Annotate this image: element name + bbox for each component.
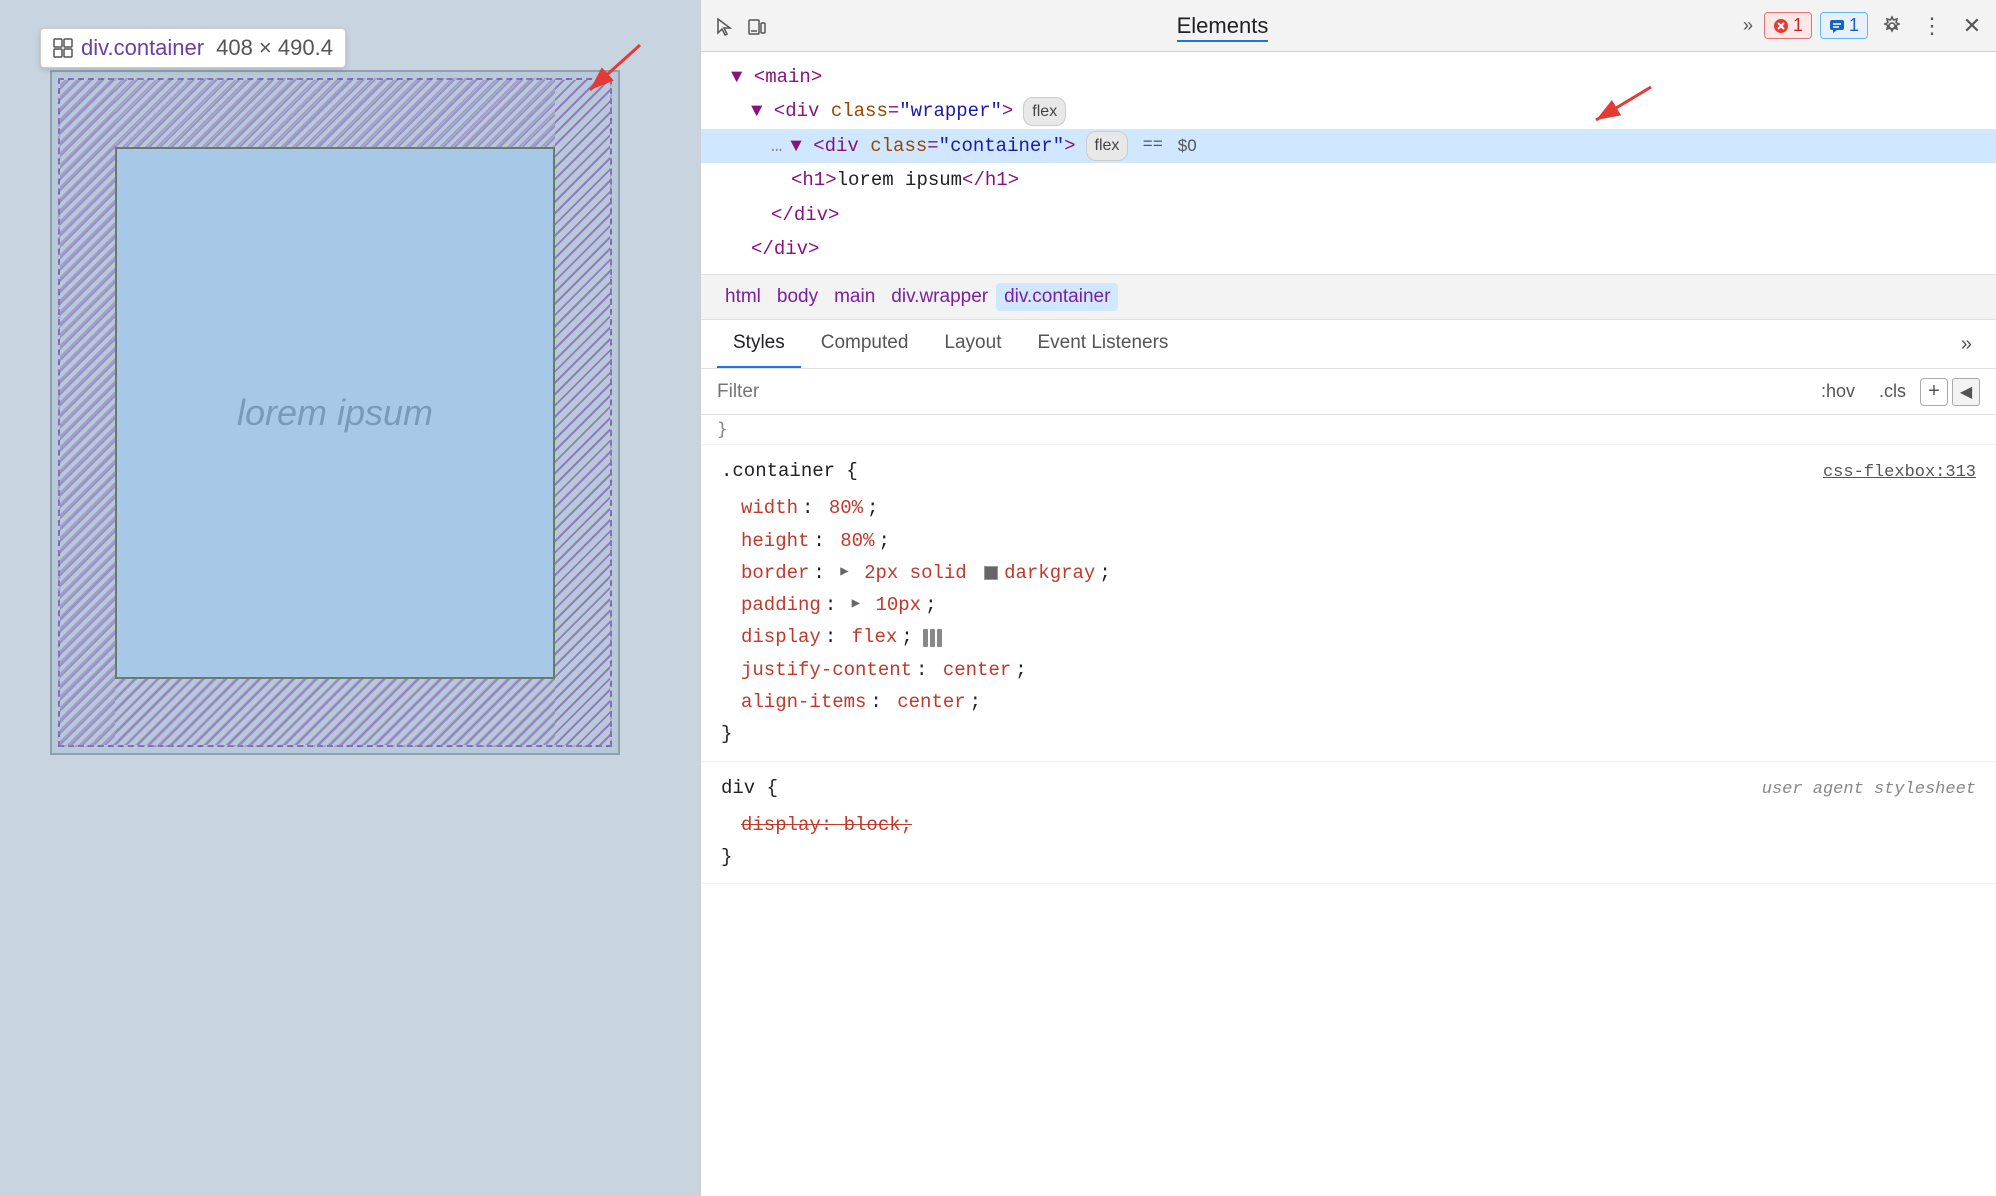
style-rule-ua: div { user agent stylesheet display: blo… (701, 762, 1996, 884)
filter-bar: :hov .cls + ◀ (701, 369, 1996, 415)
tree-wrapper[interactable]: ▼ <div class="wrapper"> flex (701, 94, 1996, 128)
tooltip-size: 408 × 490.4 (216, 35, 333, 61)
preview-top-strip (115, 80, 555, 147)
prop-border: border : ▶ 2px solid darkgray ; (721, 557, 1976, 589)
tree-h1[interactable]: <h1>lorem ipsum</h1> (701, 163, 1996, 197)
padding-expand[interactable]: ▶ (852, 593, 860, 617)
preview-left-strip (60, 80, 115, 745)
element-tooltip: div.container 408 × 490.4 (40, 28, 346, 68)
breadcrumb-wrapper[interactable]: div.wrapper (883, 283, 996, 311)
rule-source-ua: user agent stylesheet (1762, 776, 1976, 805)
more-options-icon[interactable]: ⋮ (1916, 10, 1948, 42)
devtools-panel: Elements » 1 1 ⋮ (700, 0, 1996, 1196)
prop-align-items: align-items : center ; (721, 686, 1976, 718)
rule-close-container: } (721, 718, 1976, 750)
add-style-button[interactable]: + (1920, 378, 1948, 406)
collapsed-indicator: } (717, 419, 728, 440)
prop-justify-content: justify-content : center ; (721, 654, 1976, 686)
element-type-icon (53, 38, 73, 58)
darkgray-swatch[interactable] (984, 566, 998, 580)
cls-button[interactable]: .cls (1869, 377, 1916, 406)
tab-event-listeners[interactable]: Event Listeners (1021, 320, 1184, 368)
prop-padding: padding : ▶ 10px ; (721, 589, 1976, 621)
breadcrumb-body[interactable]: body (769, 283, 826, 311)
preview-right-strip (555, 80, 610, 745)
tab-styles[interactable]: Styles (717, 320, 801, 368)
toolbar-right: 1 1 ⋮ ✕ (1764, 10, 1988, 42)
tab-computed[interactable]: Computed (805, 320, 925, 368)
breadcrumb-container[interactable]: div.container (996, 283, 1118, 311)
rule-source-container[interactable]: css-flexbox:313 (1823, 459, 1976, 488)
elements-tab-title[interactable]: Elements (713, 13, 1732, 39)
styles-panel: } .container { css-flexbox:313 width : 8… (701, 415, 1996, 1196)
flex-layout-icon[interactable] (921, 627, 943, 649)
preview-lorem-text: lorem ipsum (237, 392, 433, 434)
prop-width: width : 80% ; (721, 492, 1976, 524)
breadcrumb-main[interactable]: main (826, 283, 883, 311)
prop-height: height : 80% ; (721, 525, 1976, 557)
rule-selector-div[interactable]: div { (721, 772, 778, 804)
hov-button[interactable]: :hov (1811, 377, 1865, 406)
tab-layout[interactable]: Layout (928, 320, 1017, 368)
tree-container[interactable]: … ▼ <div class="container"> flex == $0 (701, 129, 1996, 163)
tree-div-close1[interactable]: </div> (701, 198, 1996, 232)
style-rule-container: .container { css-flexbox:313 width : 80%… (701, 445, 1996, 761)
rule-selector-container[interactable]: .container { (721, 455, 858, 487)
tree-div-close2[interactable]: </div> (701, 232, 1996, 266)
rule-header-ua: div { user agent stylesheet (721, 772, 1976, 805)
filter-input[interactable] (717, 381, 1803, 403)
filter-actions: :hov .cls + ◀ (1811, 377, 1980, 406)
preview-wrapper: lorem ipsum (50, 70, 620, 755)
tree-main[interactable]: ▼ <main> (701, 60, 1996, 94)
prop-display-block: display: block; (721, 809, 1976, 841)
close-icon[interactable]: ✕ (1956, 10, 1988, 42)
preview-bottom-strip (115, 679, 555, 746)
elements-tree: ▼ <main> ▼ <div class="wrapper"> flex … … (701, 52, 1996, 275)
info-badge[interactable]: 1 (1820, 12, 1868, 39)
devtools-top-bar: Elements » 1 1 ⋮ (701, 0, 1996, 52)
red-arrow-top (560, 35, 660, 115)
tabs-more-icon[interactable]: » (1953, 325, 1980, 364)
preview-container: lorem ipsum (115, 147, 555, 679)
container-flex-badge: flex (1086, 131, 1129, 161)
viewport-panel: div.container 408 × 490.4 lorem ipsum (0, 0, 700, 1196)
settings-icon[interactable] (1876, 10, 1908, 42)
wrapper-flex-badge: flex (1023, 97, 1066, 127)
preview-outer: lorem ipsum (58, 78, 612, 747)
border-expand[interactable]: ▶ (840, 561, 848, 585)
resize-panel-button[interactable]: ◀ (1952, 378, 1980, 406)
tabs-bar: Styles Computed Layout Event Listeners » (701, 320, 1996, 369)
tooltip-class: div.container (81, 35, 204, 61)
red-arrow-devtools (1576, 82, 1656, 132)
more-tabs-icon[interactable]: » (1732, 10, 1764, 42)
breadcrumb-bar: html body main div.wrapper div.container (701, 275, 1996, 320)
error-badge[interactable]: 1 (1764, 12, 1812, 39)
rule-close-ua: } (721, 841, 1976, 873)
rule-header-container: .container { css-flexbox:313 (721, 455, 1976, 488)
breadcrumb-html[interactable]: html (717, 283, 769, 311)
tree-arrow-container: ▼ <main> ▼ <div class="wrapper"> flex … … (701, 52, 1996, 275)
prop-display: display : flex ; (721, 621, 1976, 653)
